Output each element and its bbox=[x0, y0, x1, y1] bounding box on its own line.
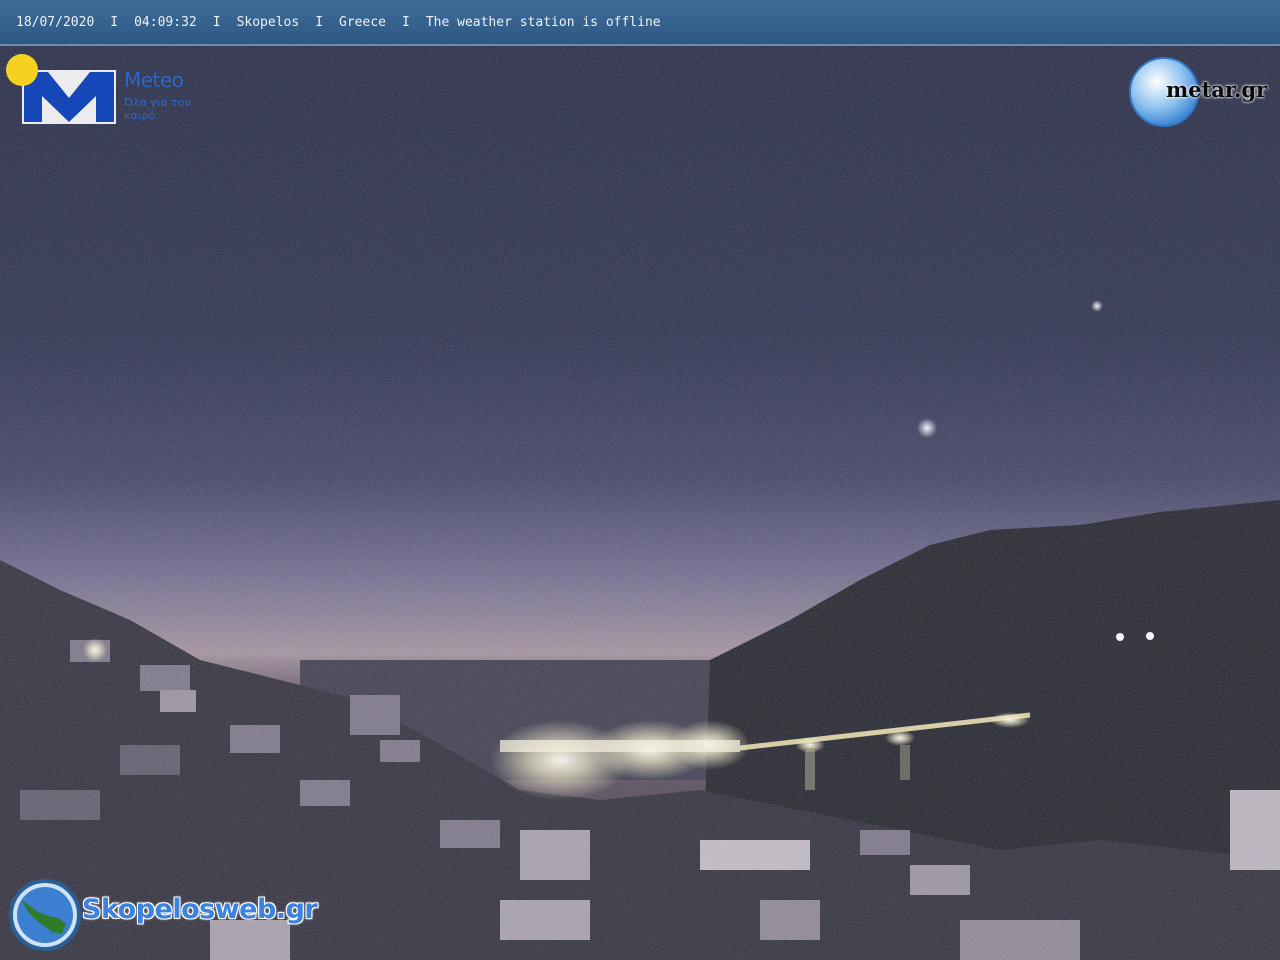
separator: I bbox=[315, 14, 324, 30]
webcam-night-scene bbox=[0, 0, 1280, 960]
time-text: 04:09:32 bbox=[134, 14, 197, 30]
skopelos-name: Skopelosweb.gr bbox=[82, 894, 318, 925]
skopelos-island-icon bbox=[9, 879, 81, 951]
meteo-tagline: Όλα για τον καιρό bbox=[124, 96, 191, 122]
country-text: Greece bbox=[339, 14, 386, 30]
separator: I bbox=[110, 14, 119, 30]
date-text: 18/07/2020 bbox=[16, 14, 95, 30]
meteo-name: Meteo bbox=[124, 68, 184, 92]
separator: I bbox=[401, 14, 410, 30]
status-bar: 18/07/2020 I 04:09:32 I Skopelos I Greec… bbox=[0, 0, 1280, 46]
noise-overlay bbox=[0, 0, 1280, 960]
status-message: The weather station is offline bbox=[425, 14, 661, 30]
separator: I bbox=[212, 14, 221, 30]
metar-name: metar.gr bbox=[1166, 77, 1268, 102]
sun-icon bbox=[6, 54, 38, 86]
location-text: Skopelos bbox=[236, 14, 300, 30]
